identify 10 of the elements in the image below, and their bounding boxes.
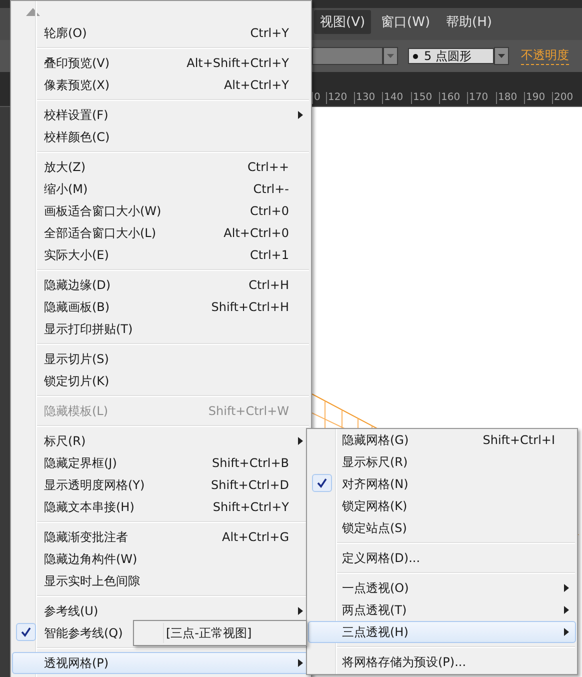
ruler-label: 150 bbox=[411, 92, 439, 104]
ruler-label: 120 bbox=[326, 92, 354, 104]
ruler-label: 200 bbox=[552, 92, 582, 104]
ruler-label: 140 bbox=[382, 92, 411, 104]
ruler-label: 130 bbox=[354, 92, 382, 104]
ruler-label: 170 bbox=[467, 92, 496, 104]
ruler-label: 190 bbox=[524, 92, 552, 104]
tooltip: [三点-正常视图] bbox=[133, 620, 307, 646]
ruler-label: 180 bbox=[496, 92, 524, 104]
ruler-label: 160 bbox=[439, 92, 467, 104]
